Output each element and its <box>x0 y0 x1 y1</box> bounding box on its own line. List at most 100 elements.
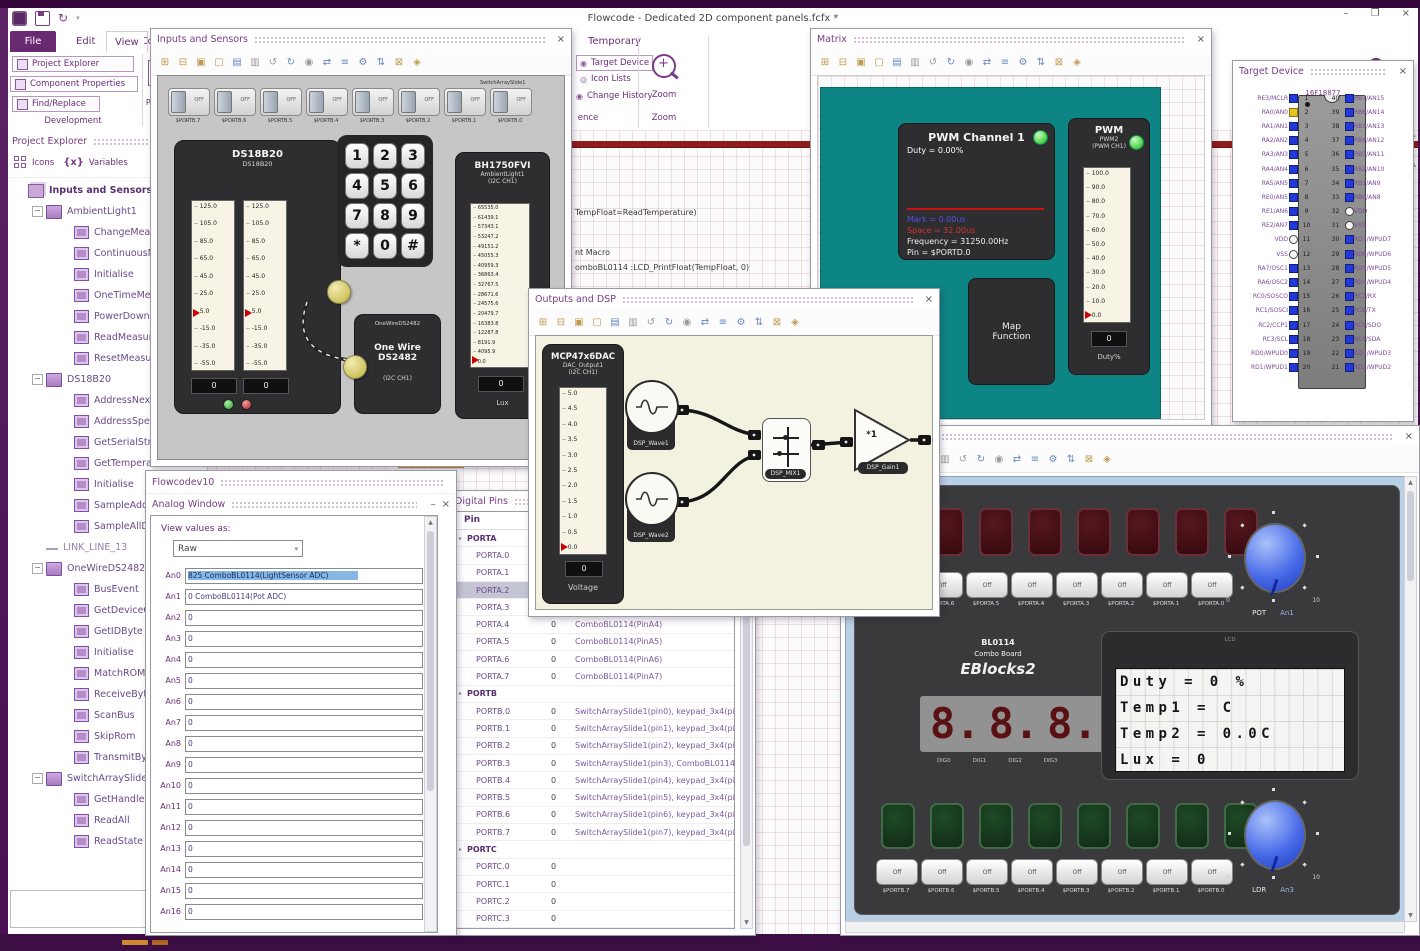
slide-switch[interactable]: OFF $PORTB.0 <box>490 88 532 124</box>
pin-pad-icon[interactable] <box>1344 348 1354 358</box>
close-icon[interactable]: × <box>1197 34 1205 45</box>
pin-pad-icon[interactable] <box>1288 207 1298 217</box>
switch-thumb[interactable] <box>217 91 232 113</box>
port-toggle-button[interactable]: Off $PORTB.6 <box>921 859 963 894</box>
board-horizontal-scrollbar[interactable] <box>845 921 1405 933</box>
pin-pad-icon[interactable] <box>1344 221 1354 231</box>
dsp-wave1-icon[interactable] <box>625 380 679 434</box>
toolbar-icon[interactable]: ↻ <box>973 451 989 467</box>
port-toggle-button[interactable]: Off $PORTA.3 <box>1056 572 1098 607</box>
toolbar-icon[interactable]: ⊟ <box>835 54 851 70</box>
pin-pad-icon[interactable] <box>1288 164 1298 174</box>
variables-icon[interactable]: {x} <box>63 157 84 168</box>
toggle-state[interactable]: Off <box>1146 572 1188 598</box>
tree-expander-icon[interactable]: − <box>32 773 43 784</box>
toolbar-icon[interactable]: ▢ <box>871 54 887 70</box>
channel-value-input[interactable]: 0 <box>185 798 423 815</box>
toolbar-icon[interactable]: ⊠ <box>1051 54 1067 70</box>
close-icon[interactable]: × <box>925 294 933 305</box>
pin-pad-icon[interactable] <box>1288 235 1298 245</box>
port-toggle-button[interactable]: Off $PORTB.5 <box>966 859 1008 894</box>
window-drag-handle[interactable] <box>220 478 444 486</box>
scroll-thumb[interactable] <box>427 531 434 791</box>
board-vertical-scrollbar[interactable]: ▲ ▼ <box>1404 476 1417 922</box>
table-row[interactable]: ▸ PORTC.1 0 <box>454 876 734 894</box>
scroll-up-icon[interactable]: ▲ <box>425 519 436 526</box>
knob-dial[interactable] <box>1244 800 1306 870</box>
keypad-key[interactable]: 8 <box>373 203 397 229</box>
pin-pad-icon[interactable] <box>1344 249 1354 259</box>
toolbar-icon[interactable]: ⇅ <box>751 314 767 330</box>
channel-value-input[interactable]: 0 <box>185 630 423 647</box>
toolbar-icon[interactable]: ↺ <box>925 54 941 70</box>
window-drag-handle[interactable] <box>621 295 913 303</box>
toggle-state[interactable]: Off <box>1056 572 1098 598</box>
pin-pad-icon[interactable] <box>1344 320 1354 330</box>
toolbar-icon[interactable]: ≡ <box>997 54 1013 70</box>
map-function-block[interactable]: Map Function <box>968 278 1055 385</box>
toolbar-icon[interactable]: ⚙ <box>1045 451 1061 467</box>
target-device-titlebar[interactable]: Target Device × <box>1233 61 1413 81</box>
keypad-key[interactable]: 4 <box>345 173 369 199</box>
channel-value-input[interactable]: 0 <box>185 609 423 626</box>
pin-pad-icon[interactable] <box>1288 306 1298 316</box>
table-row[interactable]: ▸ PORTC.0 0 <box>454 859 734 876</box>
toolbar-icon[interactable]: ↻ <box>661 314 677 330</box>
close-icon[interactable]: × <box>1399 66 1407 77</box>
table-row[interactable]: ▸ PORTB.1 0 SwitchArraySlide1(pin1), key… <box>454 720 734 738</box>
toggle-state[interactable]: Off <box>921 859 963 885</box>
toolbar-icon[interactable]: ⇄ <box>1009 451 1025 467</box>
tree-expander-icon[interactable]: − <box>32 374 43 385</box>
toolbar-icon[interactable]: ⚙ <box>733 314 749 330</box>
scroll-thumb[interactable] <box>1407 491 1414 581</box>
toggle-state[interactable]: Off <box>1101 859 1143 885</box>
toggle-state[interactable]: Off <box>1011 859 1053 885</box>
refresh-icon[interactable]: ↻ <box>58 12 68 24</box>
pin-pad-icon[interactable] <box>1344 278 1354 288</box>
switch-thumb[interactable] <box>493 91 508 113</box>
toolbar-icon[interactable]: ≡ <box>1027 451 1043 467</box>
save-icon[interactable] <box>35 10 50 26</box>
toolbar-icon[interactable]: ⊞ <box>535 314 551 330</box>
analog-vertical-scrollbar[interactable]: ▲ <box>424 516 437 932</box>
pin-pad-icon[interactable] <box>1288 93 1298 103</box>
port-toggle-button[interactable]: Off $PORTA.4 <box>1011 572 1053 607</box>
port-toggle-button[interactable]: Off $PORTB.2 <box>1101 859 1143 894</box>
toolbar-icon[interactable]: ◈ <box>1069 54 1085 70</box>
toggle-state[interactable]: Off <box>1056 859 1098 885</box>
pin-pad-icon[interactable] <box>1344 107 1354 117</box>
minimize-icon[interactable]: – <box>431 499 436 510</box>
toolbar-icon[interactable]: ≡ <box>337 54 353 70</box>
pin-pad-icon[interactable] <box>1288 178 1298 188</box>
variables-label[interactable]: Variables <box>89 158 128 168</box>
toolbar-icon[interactable]: ⇄ <box>319 54 335 70</box>
slide-switch[interactable]: OFF $PORTB.6 <box>214 88 256 124</box>
table-row[interactable]: ▸ PORTB.3 0 SwitchArraySlide1(pin3), Com… <box>454 755 734 773</box>
toggle-state[interactable]: Off <box>966 859 1008 885</box>
pin-pad-icon[interactable] <box>1344 192 1354 202</box>
table-row[interactable]: ▸ PORTC <box>454 841 734 859</box>
channel-value-input[interactable]: 825 ComboBL0114(LightSensor ADC) <box>185 567 423 584</box>
table-row[interactable]: ▸ PORTA.4 0 ComboBL0114(PinA4) <box>454 616 734 634</box>
channel-value-input[interactable]: 0 <box>185 672 423 689</box>
toolbar-icon[interactable]: ▥ <box>907 54 923 70</box>
icons-view-label[interactable]: Icons <box>32 158 54 168</box>
pin-pad-icon[interactable] <box>1288 292 1298 302</box>
restore-button[interactable]: ❐ <box>1371 8 1380 19</box>
channel-value-input[interactable]: 0 <box>185 651 423 668</box>
channel-value-input[interactable]: 0 <box>185 714 423 731</box>
pwm-channel-block[interactable]: PWM Channel 1 Duty = 0.00% Mark = 0.00us… <box>898 123 1055 260</box>
channel-value-input[interactable]: 0 <box>185 777 423 794</box>
port-toggle-button[interactable]: Off $PORTB.1 <box>1146 859 1188 894</box>
table-row[interactable]: ▸ PORTB <box>454 686 734 703</box>
pin-pad-icon[interactable] <box>1344 207 1354 217</box>
toolbar-icon[interactable]: ≡ <box>715 314 731 330</box>
port-toggle-button[interactable]: Off $PORTB.4 <box>1011 859 1053 894</box>
component-properties-button[interactable]: Component Properties <box>10 76 138 92</box>
table-row[interactable]: ▸ PORTB.0 0 SwitchArraySlide1(pin0), key… <box>454 703 734 721</box>
toolbar-icon[interactable]: ⊟ <box>175 54 191 70</box>
tree-expander-icon[interactable]: − <box>32 563 43 574</box>
pin-pad-icon[interactable] <box>1344 178 1354 188</box>
toolbar-icon[interactable]: ◉ <box>679 314 695 330</box>
slide-switch[interactable]: OFF $PORTB.2 <box>398 88 440 124</box>
